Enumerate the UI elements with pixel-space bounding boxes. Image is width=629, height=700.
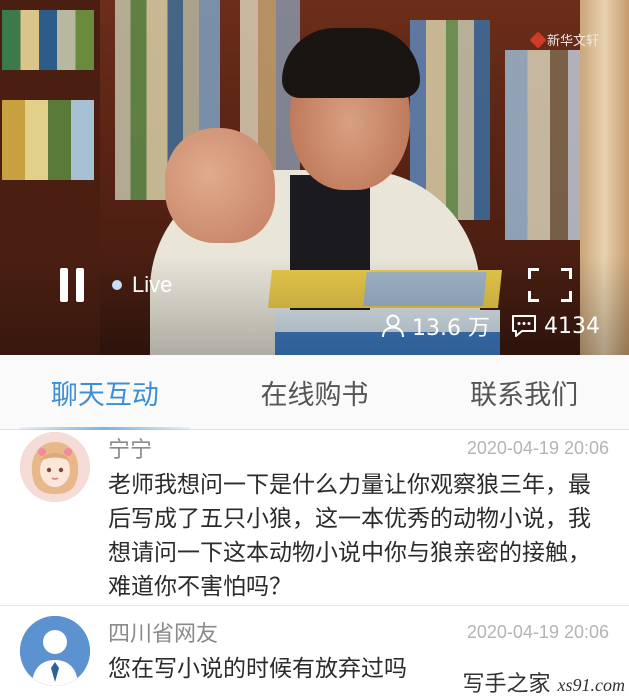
- pause-icon: [60, 268, 68, 302]
- live-label: Live: [132, 272, 173, 297]
- fullscreen-icon: [528, 291, 539, 302]
- fullscreen-icon: [528, 268, 539, 279]
- message-time: 2020-04-19 20:06: [466, 437, 609, 458]
- site-watermark-text: 写手之家: [462, 672, 551, 697]
- message-text: 老师我想问一下是什么力量让你观察狼三年，最后写成了五只小狼，这一本优秀的动物小说…: [108, 472, 591, 600]
- chat-list[interactable]: 宁宁 2020-04-19 20:06 老师我想问一下是什么力量让你观察狼三年，…: [0, 430, 629, 700]
- tab-chat[interactable]: 聊天互动: [0, 355, 210, 430]
- anime-girl-avatar-icon: [20, 432, 90, 502]
- fullscreen-icon: [561, 291, 572, 302]
- live-dot-icon: [112, 280, 122, 290]
- default-user-avatar-icon: [20, 616, 90, 686]
- tab-contact[interactable]: 联系我们: [419, 355, 629, 429]
- comment-count-value: 4134: [543, 313, 600, 339]
- site-watermark-url: xs91.com: [557, 675, 625, 695]
- pause-button[interactable]: [58, 268, 86, 302]
- pause-icon: [76, 268, 84, 302]
- tab-buy-books-label: 在线购书: [260, 379, 369, 411]
- message-body: 宁宁 2020-04-19 20:06 老师我想问一下是什么力量让你观察狼三年，…: [108, 430, 609, 605]
- person-hair: [282, 28, 420, 98]
- brand-logo-icon: [529, 31, 547, 48]
- message-author: 宁宁: [108, 438, 153, 463]
- person-hand: [165, 128, 275, 243]
- user-icon: [382, 314, 404, 338]
- books: [2, 10, 94, 70]
- fullscreen-icon: [561, 268, 572, 279]
- chat-message: 宁宁 2020-04-19 20:06 老师我想问一下是什么力量让你观察狼三年，…: [0, 430, 629, 605]
- viewer-count-value: 13.6 万: [412, 316, 490, 341]
- message-header: 宁宁 2020-04-19 20:06: [108, 432, 609, 464]
- live-indicator: Live: [112, 272, 172, 298]
- channel-watermark: 新华文轩: [529, 30, 599, 49]
- avatar[interactable]: [20, 432, 90, 502]
- comment-count: 4134: [510, 313, 600, 339]
- message-author: 四川省网友: [108, 622, 219, 647]
- comment-icon: [511, 315, 536, 337]
- fullscreen-button[interactable]: [528, 268, 572, 302]
- message-time: 2020-04-19 20:06: [466, 621, 609, 642]
- tab-contact-label: 联系我们: [470, 379, 579, 411]
- tab-chat-label: 聊天互动: [50, 379, 159, 411]
- message-header: 四川省网友 2020-04-19 20:06: [108, 616, 609, 648]
- viewer-count: 13.6 万: [380, 310, 490, 342]
- tab-buy-books[interactable]: 在线购书: [210, 355, 420, 429]
- books: [2, 100, 94, 180]
- channel-watermark-text: 新华文轩: [546, 34, 599, 49]
- tab-bar: 聊天互动 在线购书 联系我们: [0, 355, 629, 430]
- video-player[interactable]: 新华文轩 Live 13.6 万 4134: [0, 0, 629, 355]
- live-stats: 13.6 万 4134: [380, 310, 600, 342]
- site-watermark: 写手之家 xs91.com: [463, 666, 626, 698]
- avatar[interactable]: [20, 616, 90, 686]
